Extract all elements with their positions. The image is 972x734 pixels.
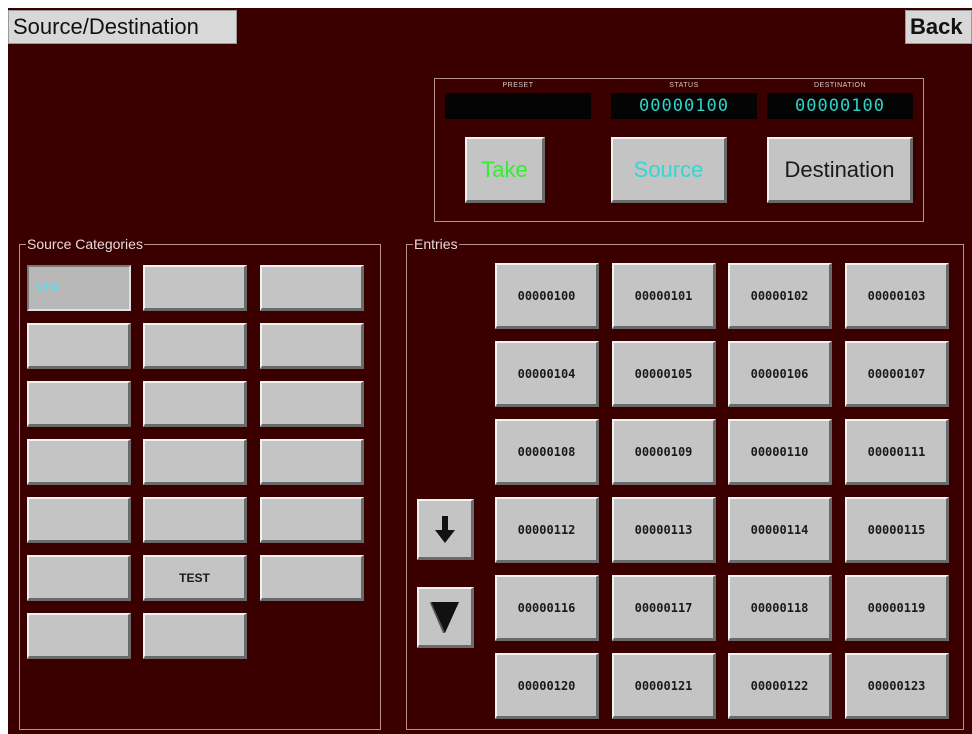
entry-button[interactable]: 00000118 xyxy=(728,575,832,641)
category-button[interactable]: VTR xyxy=(27,265,131,311)
status-display: 00000100 xyxy=(611,93,757,119)
category-button[interactable] xyxy=(27,439,131,485)
category-button[interactable] xyxy=(260,555,364,601)
entry-button[interactable]: 00000106 xyxy=(728,341,832,407)
category-button[interactable] xyxy=(27,381,131,427)
category-button[interactable] xyxy=(27,497,131,543)
entry-button[interactable]: 00000114 xyxy=(728,497,832,563)
entry-button[interactable]: 00000122 xyxy=(728,653,832,719)
category-button[interactable] xyxy=(143,381,247,427)
category-button[interactable] xyxy=(27,323,131,369)
category-button[interactable] xyxy=(143,613,247,659)
arrow-down-icon xyxy=(435,516,455,543)
entry-button[interactable]: 00000104 xyxy=(495,341,599,407)
category-button[interactable] xyxy=(260,439,364,485)
category-button[interactable] xyxy=(260,323,364,369)
entry-button[interactable]: 00000111 xyxy=(845,419,949,485)
category-button[interactable] xyxy=(143,323,247,369)
category-button[interactable] xyxy=(143,439,247,485)
preset-label: PRESET xyxy=(502,82,534,89)
entry-button[interactable]: 00000113 xyxy=(612,497,716,563)
entry-button[interactable]: 00000112 xyxy=(495,497,599,563)
entry-button[interactable]: 00000109 xyxy=(612,419,716,485)
entry-button[interactable]: 00000103 xyxy=(845,263,949,329)
back-button[interactable]: Back xyxy=(905,10,972,44)
entry-button[interactable]: 00000116 xyxy=(495,575,599,641)
page-down-button[interactable] xyxy=(417,587,474,648)
status-label: STATUS xyxy=(669,82,699,89)
entry-button[interactable]: 00000105 xyxy=(612,341,716,407)
category-button[interactable] xyxy=(143,497,247,543)
category-button[interactable] xyxy=(27,555,131,601)
entry-button[interactable]: 00000108 xyxy=(495,419,599,485)
category-button[interactable] xyxy=(27,613,131,659)
triangle-down-icon xyxy=(430,602,459,633)
category-button[interactable] xyxy=(260,265,364,311)
destination-label: DESTINATION xyxy=(813,82,867,89)
scroll-down-button[interactable] xyxy=(417,499,474,560)
category-button[interactable] xyxy=(260,381,364,427)
entry-button[interactable]: 00000102 xyxy=(728,263,832,329)
entry-button[interactable]: 00000115 xyxy=(845,497,949,563)
entry-button[interactable]: 00000101 xyxy=(612,263,716,329)
entries-group: Entries 00000100 00000101 00000102 00000103… xyxy=(406,236,964,730)
screen: Source/Destination Back PRESET STATUS 00… xyxy=(8,8,972,734)
entry-button[interactable]: 00000117 xyxy=(612,575,716,641)
entry-button[interactable]: 00000107 xyxy=(845,341,949,407)
entry-button[interactable]: 00000121 xyxy=(612,653,716,719)
category-button[interactable] xyxy=(260,497,364,543)
entry-button[interactable]: 00000100 xyxy=(495,263,599,329)
status-panel: PRESET STATUS 00000100 DESTINATION 00000… xyxy=(434,78,924,222)
page-title: Source/Destination xyxy=(8,10,237,44)
entry-button[interactable]: 00000123 xyxy=(845,653,949,719)
entry-button[interactable]: 00000110 xyxy=(728,419,832,485)
entry-button[interactable]: 00000120 xyxy=(495,653,599,719)
destination-button[interactable]: Destination xyxy=(767,137,913,203)
entry-button[interactable]: 00000119 xyxy=(845,575,949,641)
destination-display: 00000100 xyxy=(767,93,913,119)
preset-display xyxy=(445,93,591,119)
source-button[interactable]: Source xyxy=(611,137,727,203)
category-button[interactable]: TEST xyxy=(143,555,247,601)
entries-label: Entries xyxy=(413,236,459,252)
source-categories-group: Source Categories VTR TEST xyxy=(19,236,381,730)
take-button[interactable]: Take xyxy=(465,137,545,203)
category-button[interactable] xyxy=(143,265,247,311)
source-categories-label: Source Categories xyxy=(26,236,144,252)
